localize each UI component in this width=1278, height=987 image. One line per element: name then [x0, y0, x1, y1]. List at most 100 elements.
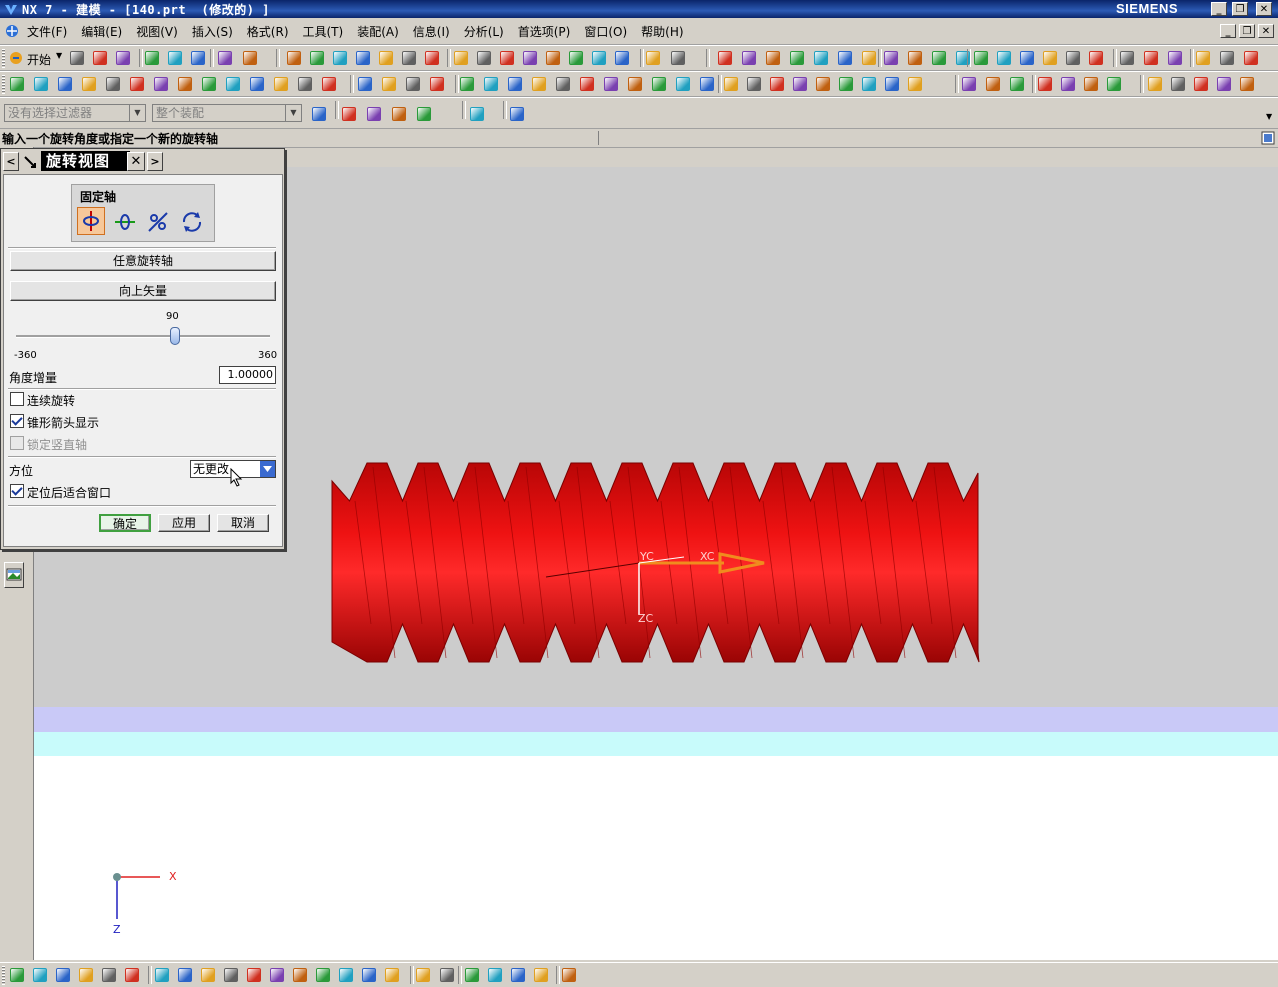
row2-tool-icon[interactable] — [1061, 77, 1075, 91]
apply-button[interactable]: 应用 — [158, 514, 210, 532]
row1-tool-icon[interactable] — [218, 51, 232, 65]
horizontal-axis-button[interactable] — [77, 207, 105, 235]
row1-tool-icon[interactable] — [671, 51, 685, 65]
row2-tool-icon[interactable] — [322, 77, 336, 91]
bottom-tool-icon[interactable] — [102, 968, 116, 982]
menu-item-8[interactable]: 分析(L) — [457, 19, 511, 39]
fit-window-checkbox[interactable] — [10, 484, 24, 498]
row1-tool-icon[interactable] — [191, 51, 205, 65]
row1-tool-icon[interactable] — [646, 51, 660, 65]
bottom-tool-icon[interactable] — [201, 968, 215, 982]
menu-item-9[interactable]: 首选项(P) — [511, 19, 578, 39]
row2-tool-icon[interactable] — [130, 77, 144, 91]
row2-tool-icon[interactable] — [1148, 77, 1162, 91]
row2-tool-icon[interactable] — [816, 77, 830, 91]
row2-tool-icon[interactable] — [986, 77, 1000, 91]
row1-tool-icon[interactable] — [356, 51, 370, 65]
bottom-tool-icon[interactable] — [534, 968, 548, 982]
bottom-tool-icon[interactable] — [385, 968, 399, 982]
row1-tool-icon[interactable] — [932, 51, 946, 65]
row2-tool-icon[interactable] — [226, 77, 240, 91]
row1-tool-icon[interactable] — [908, 51, 922, 65]
row2-tool-icon[interactable] — [34, 77, 48, 91]
row2-tool-icon[interactable] — [406, 77, 420, 91]
row1-tool-icon[interactable] — [997, 51, 1011, 65]
selbar-tool-icon[interactable] — [312, 107, 326, 121]
cancel-button[interactable]: 取消 — [217, 514, 269, 532]
row1-tool-icon[interactable] — [1244, 51, 1258, 65]
bottom-tool-icon[interactable] — [362, 968, 376, 982]
doc-restore-button[interactable]: ❐ — [1239, 24, 1255, 38]
row1-tool-icon[interactable] — [310, 51, 324, 65]
bottom-tool-icon[interactable] — [224, 968, 238, 982]
continuous-rotation-checkbox[interactable] — [10, 392, 24, 406]
row1-tool-icon[interactable] — [379, 51, 393, 65]
row1-tool-icon[interactable] — [500, 51, 514, 65]
rotate-vertical-axis-icon[interactable] — [112, 209, 138, 235]
row2-tool-icon[interactable] — [908, 77, 922, 91]
bottom-tool-icon[interactable] — [10, 968, 24, 982]
row1-tool-icon[interactable] — [116, 51, 130, 65]
row2-tool-icon[interactable] — [508, 77, 522, 91]
row1-tool-icon[interactable] — [838, 51, 852, 65]
row1-tool-icon[interactable] — [814, 51, 828, 65]
selbar-tool-icon[interactable] — [342, 107, 356, 121]
bottom-tool-icon[interactable] — [339, 968, 353, 982]
row2-tool-icon[interactable] — [358, 77, 372, 91]
row2-tool-icon[interactable] — [1171, 77, 1185, 91]
row2-tool-icon[interactable] — [154, 77, 168, 91]
menu-item-10[interactable]: 窗口(O) — [577, 19, 634, 39]
bottom-tool-icon[interactable] — [247, 968, 261, 982]
row1-tool-icon[interactable] — [615, 51, 629, 65]
doc-close-button[interactable]: ✕ — [1258, 24, 1274, 38]
row2-tool-icon[interactable] — [580, 77, 594, 91]
row1-tool-icon[interactable] — [718, 51, 732, 65]
ok-button[interactable]: 确定 — [99, 514, 151, 532]
bottom-tool-icon[interactable] — [155, 968, 169, 982]
toolbar-overflow-icon[interactable]: ▼ — [1266, 112, 1272, 121]
row1-tool-icon[interactable] — [1089, 51, 1103, 65]
menu-item-6[interactable]: 装配(A) — [350, 19, 406, 39]
app-menu-icon[interactable] — [4, 23, 20, 39]
row1-tool-icon[interactable] — [477, 51, 491, 65]
bottom-tool-icon[interactable] — [511, 968, 525, 982]
row2-tool-icon[interactable] — [604, 77, 618, 91]
row1-tool-icon[interactable] — [1120, 51, 1134, 65]
row2-tool-icon[interactable] — [862, 77, 876, 91]
row2-tool-icon[interactable] — [676, 77, 690, 91]
minimize-button[interactable]: _ — [1211, 2, 1227, 16]
menu-item-5[interactable]: 工具(T) — [296, 19, 351, 39]
menu-item-11[interactable]: 帮助(H) — [634, 19, 690, 39]
selbar-tool-icon[interactable] — [392, 107, 406, 121]
menu-item-2[interactable]: 视图(V) — [129, 19, 185, 39]
angle-increment-input[interactable]: 1.00000 — [219, 366, 276, 384]
row2-tool-icon[interactable] — [700, 77, 714, 91]
row1-tool-icon[interactable] — [546, 51, 560, 65]
bottom-tool-icon[interactable] — [465, 968, 479, 982]
row2-tool-icon[interactable] — [1240, 77, 1254, 91]
start-dropdown-icon[interactable]: ▼ — [56, 51, 62, 60]
row2-tool-icon[interactable] — [1107, 77, 1121, 91]
row2-tool-icon[interactable] — [1010, 77, 1024, 91]
bottom-tool-icon[interactable] — [440, 968, 454, 982]
menu-item-3[interactable]: 插入(S) — [185, 19, 240, 39]
up-vector-button[interactable]: 向上矢量 — [10, 281, 276, 301]
row2-tool-icon[interactable] — [628, 77, 642, 91]
angle-slider-track[interactable] — [16, 335, 270, 338]
row2-tool-icon[interactable] — [532, 77, 546, 91]
bottom-tool-icon[interactable] — [56, 968, 70, 982]
orientation-dropdown-button[interactable] — [259, 461, 275, 477]
lock-vertical-checkbox[interactable] — [10, 436, 24, 450]
row2-tool-icon[interactable] — [106, 77, 120, 91]
row2-tool-icon[interactable] — [250, 77, 264, 91]
bottom-tool-icon[interactable] — [316, 968, 330, 982]
row1-tool-icon[interactable] — [402, 51, 416, 65]
row2-tool-icon[interactable] — [1038, 77, 1052, 91]
row2-tool-icon[interactable] — [430, 77, 444, 91]
bottom-tool-icon[interactable] — [125, 968, 139, 982]
type-filter-combo[interactable]: 没有选择过滤器 ▼ — [4, 104, 146, 122]
resource-tab[interactable] — [4, 562, 24, 588]
start-icon[interactable] — [8, 50, 24, 66]
status-toggle-icon[interactable] — [1261, 131, 1275, 145]
row1-tool-icon[interactable] — [1196, 51, 1210, 65]
